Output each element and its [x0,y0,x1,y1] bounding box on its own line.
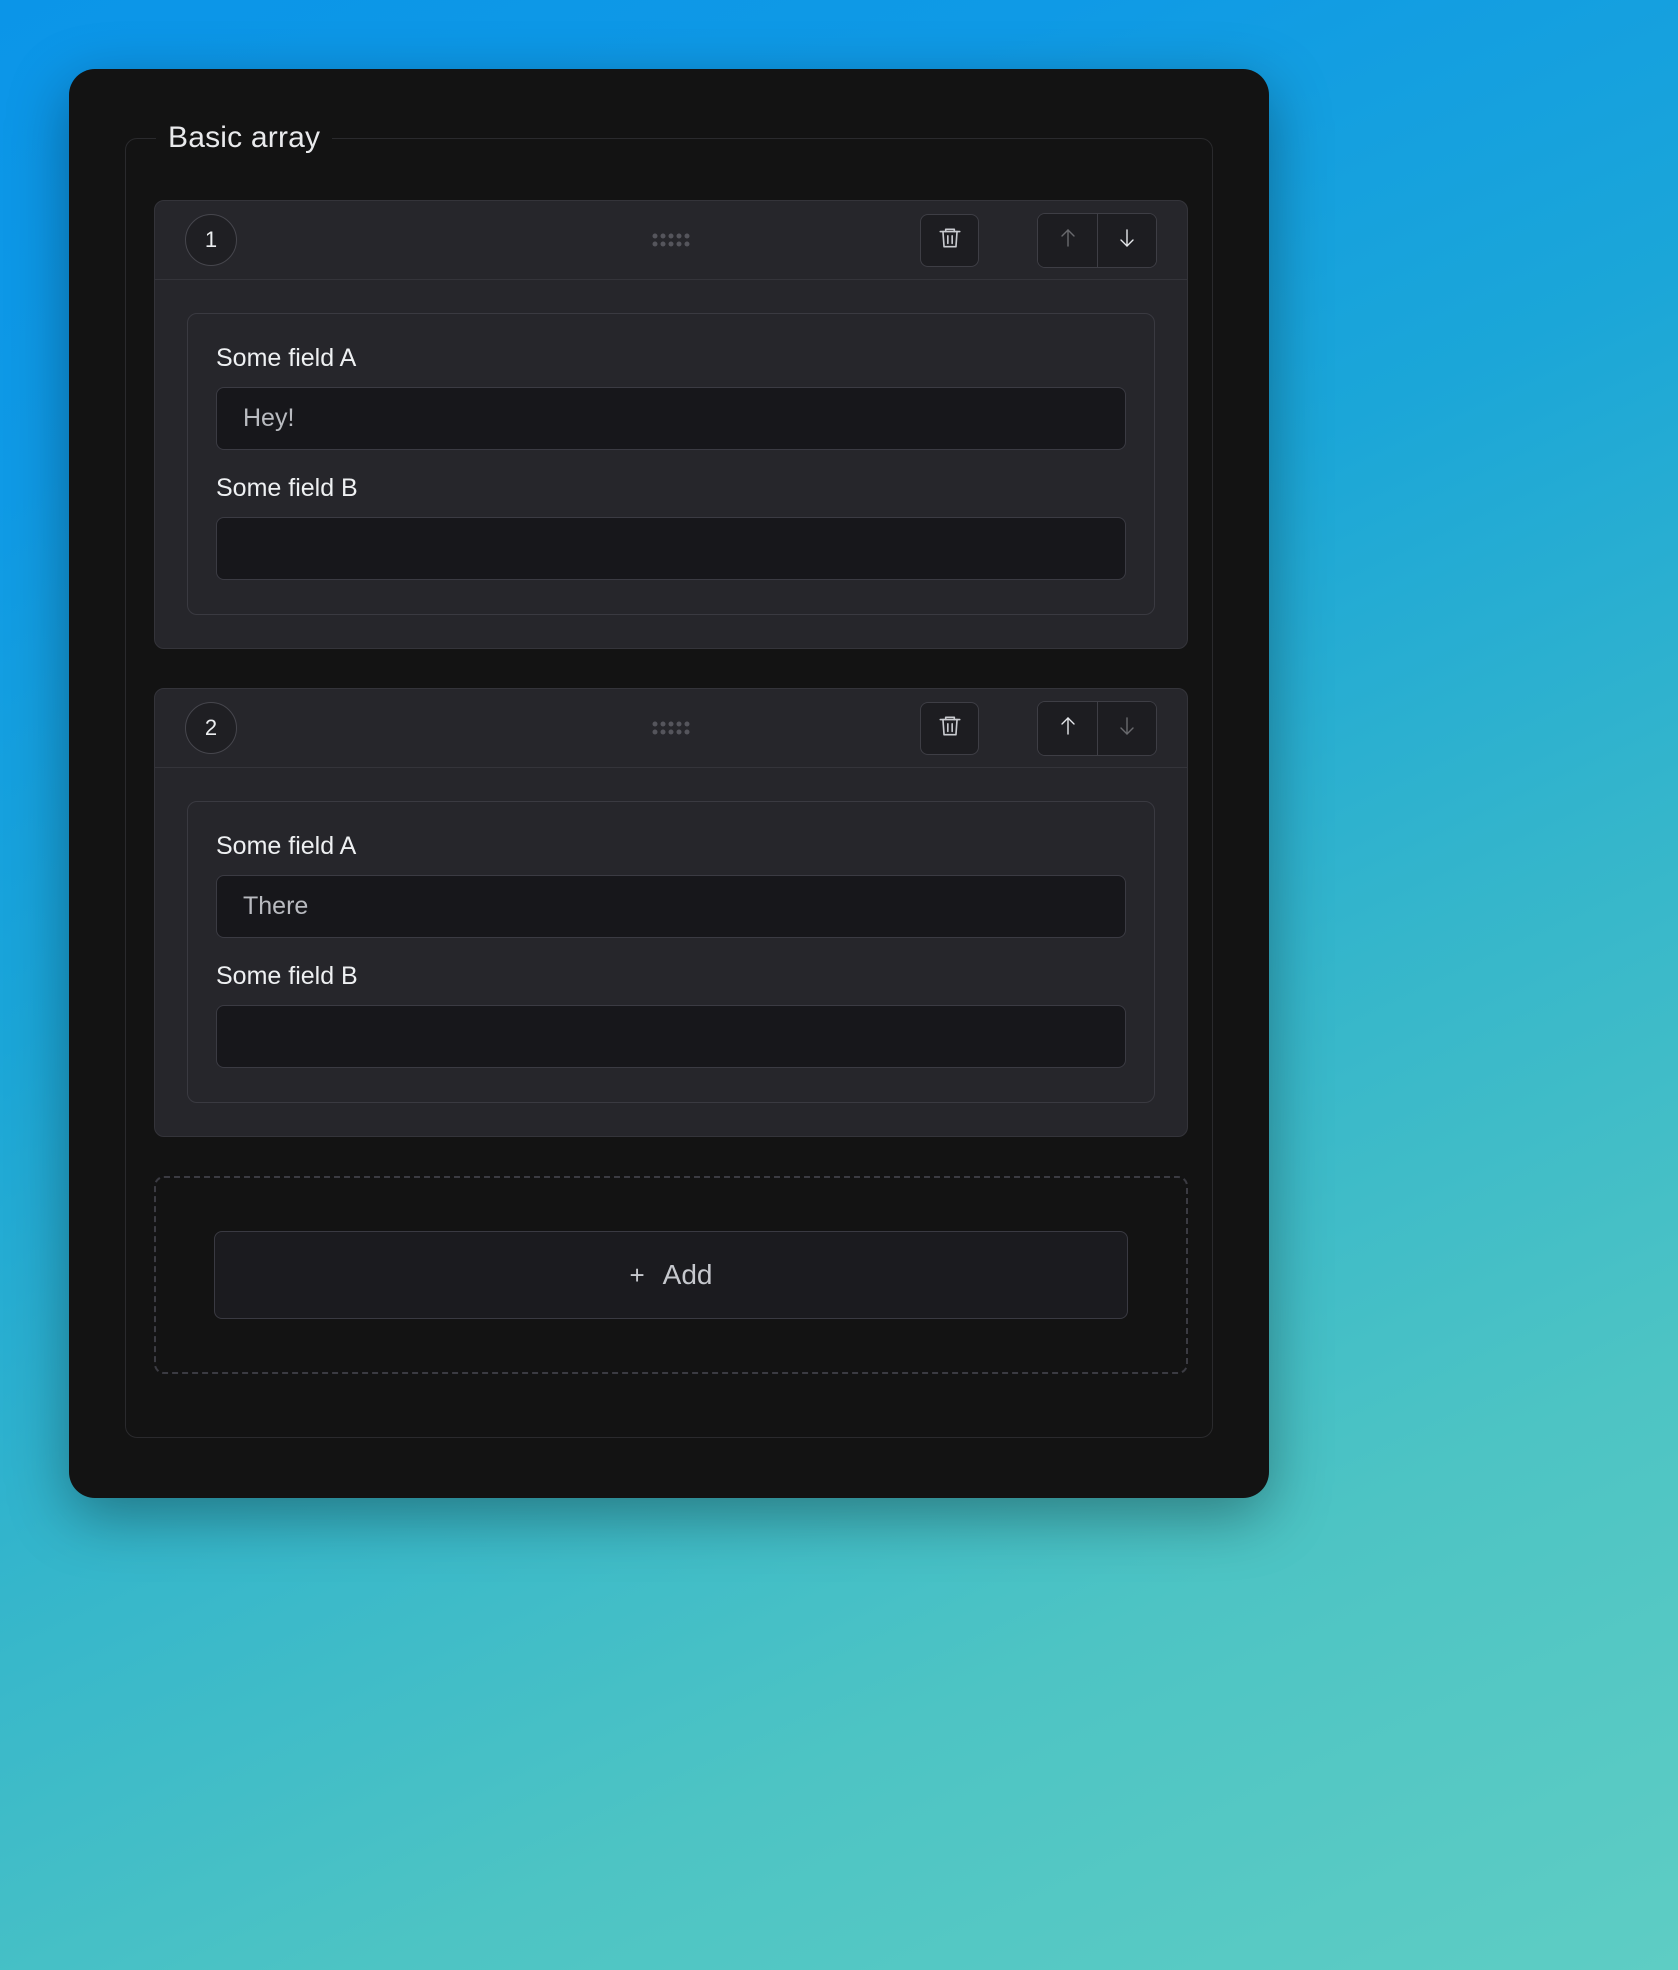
field-input-some-field-b[interactable] [216,1005,1126,1068]
drag-dots-icon[interactable] [646,716,697,741]
delete-item-button[interactable] [920,701,979,755]
plus-icon: + [629,1259,645,1290]
field-label-some-field-a: Some field A [216,344,357,372]
field-label-some-field-a: Some field A [216,832,357,860]
array-item-body: Some field A Some field B [155,280,1187,648]
array-item-header: 2 [155,689,1187,768]
field-input-some-field-b[interactable] [216,517,1126,580]
app-panel: Basic array 1 Some field A Hey! Some fie… [69,69,1269,1498]
trash-icon [937,224,963,257]
add-item-label: Add [662,1259,713,1290]
field-group: Some field A Some field B [187,801,1155,1103]
move-item-up-button[interactable] [1038,701,1097,755]
page-title: Basic array [156,117,333,159]
field-group: Some field A Some field B [187,313,1155,615]
arrow-up-icon [1056,713,1080,744]
item-actions [920,700,1157,756]
array-item-header: 1 [155,201,1187,280]
reorder-button-group [1037,212,1157,268]
arrow-up-icon [1056,225,1080,256]
trash-icon [937,712,963,745]
move-item-down-button[interactable] [1097,701,1156,755]
move-item-up-button[interactable] [1038,213,1097,267]
drag-dots-icon[interactable] [646,228,697,253]
array-item: 1 Some field A Hey! Some field B [154,200,1188,649]
item-index-badge: 1 [185,214,237,266]
array-item: 2 Some field A There Some field B [154,688,1188,1137]
field-label-some-field-b: Some field B [216,962,358,990]
arrow-down-icon [1115,713,1139,744]
item-actions [920,212,1157,268]
add-item-button[interactable]: + Add [214,1231,1128,1319]
field-input-some-field-a[interactable] [216,387,1126,450]
reorder-button-group [1037,700,1157,756]
delete-item-button[interactable] [920,213,979,267]
field-input-some-field-a[interactable] [216,875,1126,938]
array-item-body: Some field A Some field B [155,768,1187,1136]
add-item-dropzone: + Add [154,1176,1188,1374]
move-item-down-button[interactable] [1097,213,1156,267]
basic-array-fieldset: Basic array 1 Some field A Hey! Some fie… [125,117,1213,1438]
item-index-badge: 2 [185,702,237,754]
field-label-some-field-b: Some field B [216,474,358,502]
array-item-list: 1 Some field A Hey! Some field B 2 Some … [154,200,1188,1374]
arrow-down-icon [1115,225,1139,256]
